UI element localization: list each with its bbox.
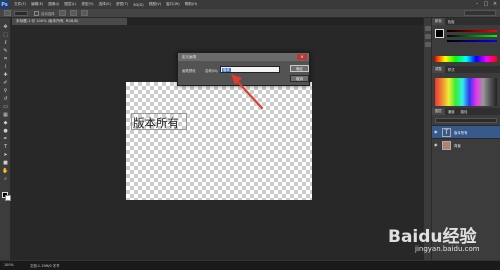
gradient-tool-icon[interactable]: ▦ xyxy=(2,112,9,118)
minimize-button[interactable]: – xyxy=(474,1,480,7)
visibility-eye-icon[interactable]: ◉ xyxy=(434,143,438,147)
maximize-button[interactable]: □ xyxy=(483,1,489,7)
text-layer-thumb-icon: T xyxy=(442,128,451,137)
name-label: 名称(N): xyxy=(205,69,219,73)
tools-panel: ✥ ⬚ ℓ ✎ ⌗ ⌇ ✚ ✐ ⚲ ↺ ▭ ▦ ◆ ● ✒ T ➤ ■ ✋ ⌕ xyxy=(0,18,11,260)
menu-layer[interactable]: 图层(L) xyxy=(64,2,76,7)
move-tool-icon[interactable]: ✥ xyxy=(2,24,9,30)
options-field[interactable] xyxy=(14,10,28,16)
tab-channels[interactable]: 通道 xyxy=(445,109,458,114)
character-panel-icon[interactable] xyxy=(425,42,431,47)
tab-paths[interactable]: 路径 xyxy=(458,109,471,114)
eraser-tool-icon[interactable]: ▭ xyxy=(2,104,9,110)
layer-name: 版本所有 xyxy=(454,131,468,135)
canvas-text-layer[interactable]: 版本所有 xyxy=(133,115,179,131)
brush-preset-label: 画笔预设 xyxy=(182,69,196,73)
zoom-level[interactable]: 100% xyxy=(4,263,14,267)
options-bar: 自动选择 xyxy=(0,9,500,18)
quick-select-icon[interactable]: ✎ xyxy=(2,48,9,54)
layer-row-text[interactable]: ◉ T 版本所有 xyxy=(432,125,500,138)
status-bar: 100% 文档:1.19M/0 字节 xyxy=(0,260,500,270)
eyedropper-icon[interactable]: ⌇ xyxy=(2,64,9,70)
image-layer-thumb-icon xyxy=(442,141,451,150)
photoshop-logo: Ps xyxy=(0,0,9,9)
tab-adjustments[interactable]: 调整 xyxy=(432,66,445,73)
visibility-eye-icon[interactable]: ◉ xyxy=(434,130,438,134)
menu-help[interactable]: 帮助(H) xyxy=(185,2,198,7)
layer-name: 背景 xyxy=(454,144,461,148)
brush-name-value: 版本 xyxy=(222,68,231,72)
baidu-watermark: Baidu经验 jingyan.baidu.com xyxy=(388,222,480,260)
color-panel-tabs: 颜色 色板 xyxy=(432,18,500,25)
layer-row-background[interactable]: ◉ 背景 xyxy=(432,138,500,151)
lasso-tool-icon[interactable]: ℓ xyxy=(2,40,9,46)
define-brush-dialog: 定义画笔 × 画笔预设 名称(N): 版本 确定 取消 xyxy=(177,52,310,86)
menu-view[interactable]: 视图(V) xyxy=(149,2,161,7)
layer-filter-bar[interactable] xyxy=(435,118,497,123)
tab-swatches[interactable]: 色板 xyxy=(445,19,458,24)
tab-layers[interactable]: 图层 xyxy=(432,108,445,115)
hand-tool-icon[interactable]: ✋ xyxy=(2,168,9,174)
close-window-button[interactable]: × xyxy=(492,1,498,7)
menu-image[interactable]: 图像(I) xyxy=(48,2,59,7)
red-slider[interactable] xyxy=(447,30,497,32)
dialog-close-button[interactable]: × xyxy=(297,54,307,60)
shape-tool-icon[interactable]: ■ xyxy=(2,160,9,166)
window-controls: – □ × xyxy=(474,1,498,7)
blue-slider[interactable] xyxy=(447,40,497,42)
clone-stamp-icon[interactable]: ⚲ xyxy=(2,88,9,94)
brush-tool-icon[interactable]: ✐ xyxy=(2,80,9,86)
tab-styles[interactable]: 样式 xyxy=(445,67,458,72)
layers-panel-tabs: 图层 通道 路径 xyxy=(432,108,500,115)
dodge-tool-icon[interactable]: ● xyxy=(2,128,9,134)
adjust-panel-tabs: 调整 样式 xyxy=(432,66,500,73)
properties-panel-icon[interactable] xyxy=(425,34,431,39)
menu-filter[interactable]: 滤镜(T) xyxy=(116,2,128,7)
adjustment-icons-grid[interactable] xyxy=(435,78,497,106)
marquee-tool-icon[interactable]: ⬚ xyxy=(2,32,9,38)
watermark-logo: Baidu经验 xyxy=(388,227,477,247)
align-icon[interactable] xyxy=(58,10,66,16)
brush-name-input[interactable]: 版本 xyxy=(220,66,280,73)
path-select-icon[interactable]: ➤ xyxy=(2,152,9,158)
green-slider[interactable] xyxy=(447,35,497,37)
document-tab[interactable]: 未标题-1 @ 100% (版本所有, RGB/8) xyxy=(12,18,127,25)
distribute-icon[interactable] xyxy=(69,10,77,16)
dialog-title: 定义画笔 xyxy=(178,53,309,61)
menu-window[interactable]: 窗口(W) xyxy=(166,2,180,7)
menu-file[interactable]: 文件(F) xyxy=(14,2,26,7)
history-brush-icon[interactable]: ↺ xyxy=(2,96,9,102)
cancel-button[interactable]: 取消 xyxy=(290,75,309,82)
auto-select-checkbox[interactable] xyxy=(34,10,39,16)
color-fg-preview[interactable] xyxy=(435,29,444,38)
auto-select-label: 自动选择 xyxy=(41,11,55,16)
menu-edit[interactable]: 编辑(E) xyxy=(31,2,43,7)
menu-3d[interactable]: 3D(D) xyxy=(133,3,144,7)
history-panel-icon[interactable] xyxy=(425,26,431,31)
type-tool-icon[interactable]: T xyxy=(2,144,9,150)
3d-mode-icon[interactable] xyxy=(80,10,88,16)
menu-select[interactable]: 选择(S) xyxy=(99,2,111,7)
blur-tool-icon[interactable]: ◆ xyxy=(2,120,9,126)
workspace-switcher[interactable] xyxy=(464,10,496,16)
ok-button[interactable]: 确定 xyxy=(290,65,309,72)
crop-tool-icon[interactable]: ⌗ xyxy=(2,56,9,62)
zoom-tool-icon[interactable]: ⌕ xyxy=(2,176,9,182)
color-spectrum[interactable] xyxy=(435,56,497,62)
menu-bar: Ps 文件(F) 编辑(E) 图像(I) 图层(L) 类型(Y) 选择(S) 滤… xyxy=(0,0,500,9)
menu-type[interactable]: 类型(Y) xyxy=(81,2,93,7)
tool-preset-icon[interactable] xyxy=(4,10,11,16)
canvas[interactable]: 版本所有 xyxy=(126,82,312,200)
pen-tool-icon[interactable]: ✒ xyxy=(2,136,9,142)
watermark-url: jingyan.baidu.com xyxy=(415,245,480,253)
tab-color[interactable]: 颜色 xyxy=(432,18,445,25)
document-size: 文档:1.19M/0 字节 xyxy=(30,264,60,268)
healing-brush-icon[interactable]: ✚ xyxy=(2,72,9,78)
